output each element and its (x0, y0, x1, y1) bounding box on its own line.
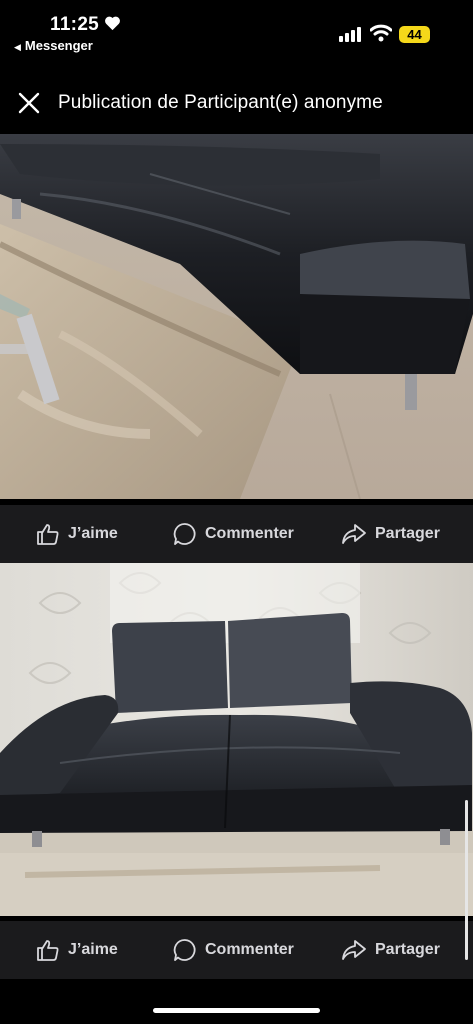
close-icon[interactable] (18, 92, 40, 114)
like-label: J’aime (68, 941, 118, 958)
home-indicator[interactable] (153, 1008, 320, 1013)
comment-button[interactable]: Commenter (173, 505, 294, 563)
comment-button[interactable]: Commenter (173, 921, 294, 979)
heart-icon (104, 15, 121, 36)
status-bar: 11:25 ◀ Messenger 44 (0, 0, 473, 60)
status-time: 11:25 (50, 14, 100, 35)
post-header: Publication de Participant(e) anonyme (0, 78, 473, 128)
post-photo-2[interactable] (0, 563, 473, 916)
page-title: Publication de Participant(e) anonyme (58, 92, 383, 113)
comment-label: Commenter (205, 525, 294, 542)
comment-icon (173, 938, 197, 962)
battery-icon: 44 (399, 26, 430, 43)
thumbs-up-icon (36, 523, 60, 545)
post-actions-2: J’aime Commenter Partager (0, 921, 473, 979)
comment-icon (173, 522, 197, 546)
back-arrow-icon: ◀ (14, 42, 21, 52)
like-button[interactable]: J’aime (36, 505, 118, 563)
post-actions-1: J’aime Commenter Partager (0, 505, 473, 563)
share-icon (341, 523, 367, 545)
back-to-app-link[interactable]: ◀ Messenger (14, 38, 93, 53)
back-app-label: Messenger (24, 38, 93, 53)
share-button[interactable]: Partager (341, 921, 440, 979)
share-label: Partager (375, 941, 440, 958)
share-icon (341, 939, 367, 961)
like-button[interactable]: J’aime (36, 921, 118, 979)
post-photo-1[interactable] (0, 134, 473, 499)
wifi-icon (369, 24, 393, 47)
like-label: J’aime (68, 525, 118, 542)
share-button[interactable]: Partager (341, 505, 440, 563)
signal-icon (339, 26, 361, 42)
comment-label: Commenter (205, 941, 294, 958)
scrollbar[interactable] (465, 800, 468, 960)
share-label: Partager (375, 525, 440, 542)
thumbs-up-icon (36, 939, 60, 961)
battery-level: 44 (407, 27, 422, 42)
